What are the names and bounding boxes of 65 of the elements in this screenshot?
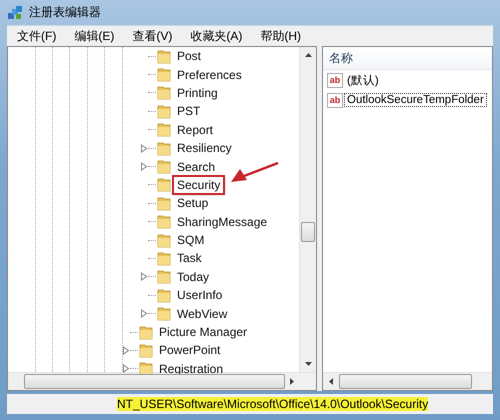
expand-arrow-icon[interactable]: [122, 364, 130, 374]
menu-item[interactable]: 文件(F): [9, 26, 64, 46]
tree-item[interactable]: Resiliency: [174, 140, 235, 156]
tree-item[interactable]: PST: [174, 103, 204, 120]
folder-icon: [157, 159, 171, 174]
menu-item[interactable]: 编辑(E): [66, 26, 122, 46]
horizontal-scrollbar[interactable]: [323, 372, 492, 390]
folder-icon: [157, 288, 171, 303]
tree-item[interactable]: SharingMessage: [174, 214, 270, 230]
folder-icon: [157, 104, 171, 119]
folder-icon: [157, 214, 171, 230]
tree-item[interactable]: Security: [174, 176, 224, 193]
tree-item[interactable]: Picture Manager: [156, 324, 250, 340]
tree-item[interactable]: Registration: [156, 360, 226, 377]
folder-icon: [157, 140, 171, 156]
scroll-thumb[interactable]: [301, 222, 315, 242]
scroll-thumb[interactable]: [24, 374, 285, 389]
folder-icon: [157, 85, 171, 100]
folder-icon: [157, 306, 171, 322]
registry-icon: [7, 4, 23, 20]
value-name[interactable]: (默认): [345, 72, 381, 88]
folder-icon: [157, 177, 171, 192]
expand-arrow-icon[interactable]: [140, 272, 148, 282]
scroll-left-icon[interactable]: [329, 378, 333, 385]
scroll-down-icon[interactable]: [304, 362, 312, 366]
menu-item[interactable]: 帮助(H): [252, 26, 309, 46]
tree-item[interactable]: Setup: [174, 195, 212, 212]
tree-item[interactable]: Post: [174, 48, 204, 64]
tree-item[interactable]: Task: [174, 250, 205, 266]
tree-item[interactable]: WebView: [174, 306, 230, 322]
scroll-thumb[interactable]: [339, 374, 472, 389]
tree-item[interactable]: PowerPoint: [156, 342, 224, 358]
folder-icon: [157, 269, 171, 284]
menu-item[interactable]: 收藏夹(A): [182, 26, 250, 46]
folder-icon: [157, 196, 171, 211]
tree-item[interactable]: Search: [174, 158, 218, 175]
annotation-arrow: [231, 162, 278, 182]
expand-arrow-icon[interactable]: [140, 162, 148, 172]
column-header[interactable]: 名称: [323, 50, 353, 66]
folder-icon: [157, 232, 171, 248]
horizontal-scrollbar[interactable]: [8, 372, 316, 390]
vertical-scrollbar[interactable]: [299, 47, 316, 372]
folder-icon: [157, 67, 171, 82]
folder-icon: [139, 342, 153, 358]
string-value-icon: ab: [327, 92, 343, 108]
tree-item[interactable]: Report: [174, 122, 216, 138]
expand-arrow-icon[interactable]: [140, 309, 148, 318]
folder-icon: [157, 250, 171, 266]
value-name[interactable]: OutlookSecureTempFolder: [345, 94, 486, 106]
window-title: 注册表编辑器: [29, 4, 101, 21]
scroll-up-icon[interactable]: [304, 53, 312, 57]
folder-icon: [139, 324, 153, 340]
tree-item[interactable]: SQM: [174, 232, 208, 248]
scroll-right-icon[interactable]: [290, 378, 294, 385]
tree-item[interactable]: Preferences: [174, 66, 245, 83]
tree-item[interactable]: Printing: [174, 84, 221, 101]
folder-icon: [157, 48, 171, 64]
tree-item[interactable]: UserInfo: [174, 287, 226, 304]
expand-arrow-icon[interactable]: [140, 144, 148, 153]
tree-item[interactable]: Today: [174, 268, 212, 285]
menu-item[interactable]: 查看(V): [124, 26, 180, 46]
folder-icon: [157, 122, 171, 138]
string-value-icon: ab: [327, 72, 343, 88]
folder-icon: [139, 361, 153, 376]
expand-arrow-icon[interactable]: [122, 346, 130, 355]
